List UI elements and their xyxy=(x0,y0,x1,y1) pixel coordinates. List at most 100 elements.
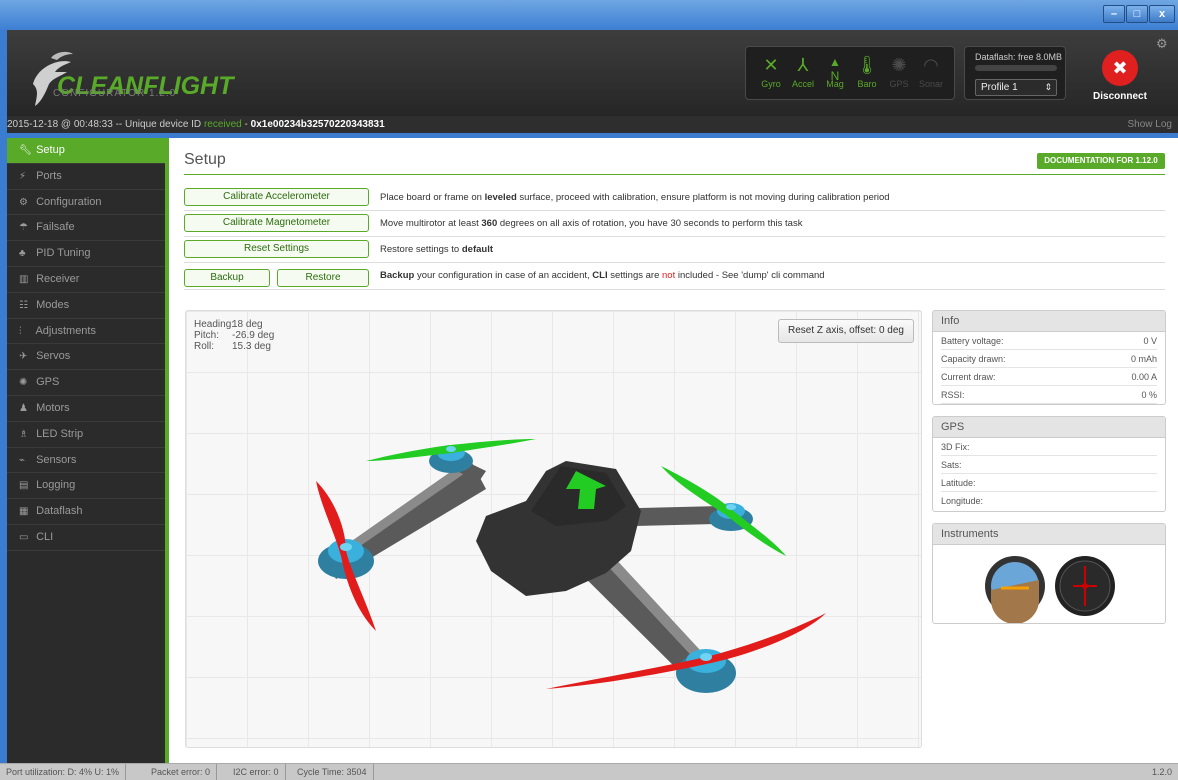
info-title: Info xyxy=(933,311,1165,332)
profile-select[interactable]: Profile 1 ⇕ xyxy=(975,79,1057,96)
gps-row-latitude: Latitude: xyxy=(941,474,1157,492)
attitude-indicator-icon xyxy=(985,556,1045,623)
gps-icon: ✺ xyxy=(891,55,907,75)
reset-settings-button[interactable]: Reset Settings xyxy=(184,240,369,258)
sensor-gps: ✺ GPS xyxy=(884,51,914,97)
failsafe-icon: ☂ xyxy=(19,222,28,234)
backup-row: Backup Restore Backup your configuration… xyxy=(184,264,1165,290)
nav-item-sensors[interactable]: ⌁ Sensors xyxy=(7,448,165,474)
nav-item-gps[interactable]: ✺ GPS xyxy=(7,370,165,396)
motors-icon: ♟ xyxy=(19,402,28,414)
nav-item-configuration[interactable]: ⚙ Configuration xyxy=(7,190,165,216)
log-bar: 2015-12-18 @ 00:48:33 -- Unique device I… xyxy=(7,116,1178,133)
info-row-rssi: RSSI: 0 % xyxy=(941,386,1157,404)
gear-icon: ⚙ xyxy=(19,196,28,208)
nav-item-modes[interactable]: ☷ Modes xyxy=(7,293,165,319)
nav-item-cli[interactable]: ▭ CLI xyxy=(7,525,165,551)
dataflash-icon: ▦ xyxy=(19,506,29,518)
cli-icon: ▭ xyxy=(19,531,29,543)
heading-indicator-icon xyxy=(1055,556,1115,616)
setup-content: Setup DOCUMENTATION FOR 1.12.0 Calibrate… xyxy=(169,138,1178,763)
sensor-mag: ▲ N Mag xyxy=(820,51,850,97)
i2c-error: I2C error: 0 xyxy=(227,764,286,780)
app-version: CONFIGURATOR 1.2.0 xyxy=(53,88,177,99)
dataflash-label: Dataflash: free 8.0MB xyxy=(975,52,1063,62)
nav-item-logging[interactable]: ▤ Logging xyxy=(7,473,165,500)
info-row-battery: Battery voltage: 0 V xyxy=(941,332,1157,350)
wrench-icon: 🔧︎ xyxy=(19,145,32,156)
disconnect-button[interactable]: ✖ Disconnect xyxy=(1090,50,1150,110)
sensor-accel: ⅄ Accel xyxy=(788,51,818,97)
calibrate-mag-row: Calibrate Magnetometer Move multirotor a… xyxy=(184,212,1165,237)
page-title: Setup xyxy=(184,151,226,168)
window-titlebar: – □ x xyxy=(0,0,1178,30)
sonar-icon: ◠ xyxy=(923,55,939,75)
gyro-icon: ✕ xyxy=(763,55,779,75)
mag-icon: ▲ N xyxy=(829,55,841,83)
app-header: CLEANFLIGHT CONFIGURATOR 1.2.0 ✕ Gyro ⅄ Ac… xyxy=(7,30,1178,116)
accel-icon: ⅄ xyxy=(797,55,809,75)
baro-icon: 🌡︎ xyxy=(855,55,879,75)
sensors-icon: ⌁ xyxy=(19,454,26,466)
nav-item-ports[interactable]: ⚡ Ports xyxy=(7,164,165,190)
reset-row: Reset Settings Restore settings to defau… xyxy=(184,238,1165,263)
port-utilization: Port utilization: D: 4% U: 1% xyxy=(0,764,127,780)
nav-item-led-strip[interactable]: ♗ LED Strip xyxy=(7,422,165,448)
app-window: – □ x CLEANFLIGHT CONFIGURATOR 1.2.0 ✕ Gy… xyxy=(0,0,1178,780)
cycle-time: Cycle Time: 3504 xyxy=(291,764,374,780)
calibrate-acc-row: Calibrate Accelerometer Place board or f… xyxy=(184,186,1165,211)
gps-row-3dfix: 3D Fix: xyxy=(941,438,1157,456)
gps-panel: GPS 3D Fix: Sats: Latitude: Longitude: xyxy=(932,416,1166,512)
sensor-sonar: ◠ Sonar xyxy=(916,51,946,97)
modes-icon: ☷ xyxy=(19,299,28,311)
servos-icon: ✈ xyxy=(19,351,28,363)
adjustments-icon: ⫶ xyxy=(19,325,22,337)
restore-button[interactable]: Restore xyxy=(277,269,369,287)
settings-gear-icon[interactable]: ⚙ xyxy=(1156,36,1168,52)
documentation-button[interactable]: DOCUMENTATION FOR 1.12.0 xyxy=(1037,153,1165,169)
gps-title: GPS xyxy=(933,417,1165,438)
version: 1.2.0 xyxy=(1151,767,1172,777)
show-log-link[interactable]: Show Log xyxy=(1128,116,1172,133)
select-arrows-icon: ⇕ xyxy=(1044,82,1052,92)
quadcopter-model xyxy=(316,439,826,693)
logging-icon: ▤ xyxy=(19,480,29,492)
gps-icon: ✺ xyxy=(19,377,28,389)
cleanflight-logo: CLEANFLIGHT xyxy=(33,51,236,106)
nav-item-dataflash[interactable]: ▦ Dataflash xyxy=(7,499,165,525)
packet-error: Packet error: 0 xyxy=(145,764,218,780)
nav-item-adjustments[interactable]: ⫶ Adjustments xyxy=(7,319,165,345)
close-button[interactable]: x xyxy=(1149,5,1175,23)
instruments-title: Instruments xyxy=(933,524,1165,545)
backup-button[interactable]: Backup xyxy=(184,269,270,287)
info-row-capacity: Capacity drawn: 0 mAh xyxy=(941,350,1157,368)
title-divider xyxy=(184,174,1165,175)
reset-desc: Restore settings to default xyxy=(380,244,493,255)
backup-desc: Backup your configuration in case of an … xyxy=(380,270,825,281)
nav-item-receiver[interactable]: ▥ Receiver xyxy=(7,267,165,293)
status-bar: Port utilization: D: 4% U: 1% Packet err… xyxy=(0,763,1178,780)
maximize-button[interactable]: □ xyxy=(1126,5,1148,23)
calibrate-mag-desc: Move multirotor at least 360 degrees on … xyxy=(380,218,803,229)
usb-disconnect-icon: ✖ xyxy=(1102,50,1138,86)
led-icon: ♗ xyxy=(19,428,28,440)
nav-item-pid-tuning[interactable]: ♣ PID Tuning xyxy=(7,241,165,267)
nav-item-setup[interactable]: 🔧︎ Setup xyxy=(7,138,165,164)
receiver-icon: ▥ xyxy=(19,273,29,285)
sensor-baro: 🌡︎ Baro xyxy=(852,51,882,97)
calibrate-accelerometer-button[interactable]: Calibrate Accelerometer xyxy=(184,188,369,206)
pid-icon: ♣ xyxy=(19,248,26,260)
sidebar-nav: 🔧︎ Setup ⚡ Ports ⚙ Configuration ☂ Fails… xyxy=(7,138,165,763)
gps-row-sats: Sats: xyxy=(941,456,1157,474)
model-view[interactable]: Heading:18 deg Pitch: -26.9 deg Roll: 15.3… xyxy=(185,310,922,748)
instruments-graphics xyxy=(985,556,1115,623)
nav-item-servos[interactable]: ✈ Servos xyxy=(7,344,165,371)
ports-icon: ⚡ xyxy=(19,170,27,182)
sensor-status-panel: ✕ Gyro ⅄ Accel ▲ N Mag 🌡︎ Baro ✺ GPS ◠ Sonar xyxy=(745,46,955,100)
calibrate-magnetometer-button[interactable]: Calibrate Magnetometer xyxy=(184,214,369,232)
minimize-button[interactable]: – xyxy=(1103,5,1125,23)
info-row-current: Current draw: 0.00 A xyxy=(941,368,1157,386)
nav-item-failsafe[interactable]: ☂ Failsafe xyxy=(7,215,165,242)
dataflash-bar xyxy=(975,65,1057,71)
nav-item-motors[interactable]: ♟ Motors xyxy=(7,396,165,422)
